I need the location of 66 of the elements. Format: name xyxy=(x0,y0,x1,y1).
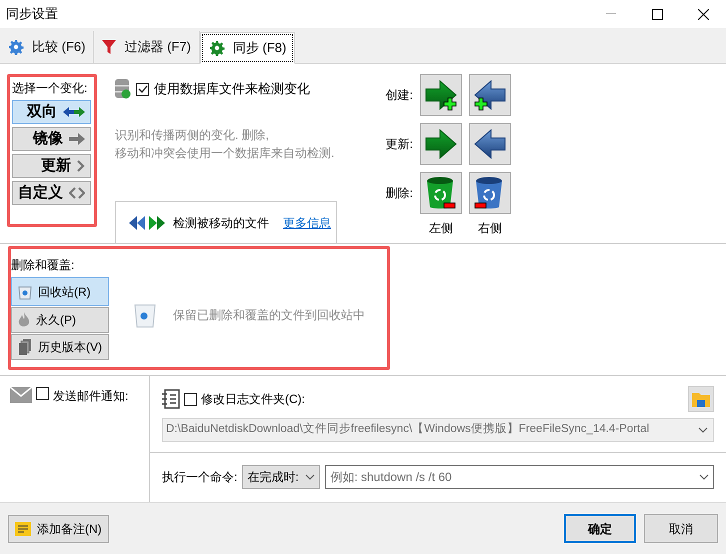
arrow-icon xyxy=(423,126,459,162)
variant-button[interactable]: 更新 xyxy=(12,154,91,178)
gear-icon xyxy=(8,39,24,55)
action-button[interactable] xyxy=(469,74,511,116)
angle-brackets-icon xyxy=(69,187,85,199)
arrow-plus-icon xyxy=(472,77,508,113)
deletion-option[interactable]: 永久(P) xyxy=(11,307,109,333)
action-button[interactable] xyxy=(420,172,462,214)
chevron-right-icon xyxy=(77,160,85,172)
timing-dropdown[interactable]: 在完成时: xyxy=(242,465,320,489)
database-label: 使用数据库文件来检测变化 xyxy=(154,80,310,98)
gear-icon xyxy=(208,40,225,56)
flame-icon xyxy=(18,312,30,328)
action-button[interactable] xyxy=(420,74,462,116)
recycle-bin-icon xyxy=(18,284,32,300)
ok-button[interactable]: 确定 xyxy=(564,514,636,543)
checkbox[interactable] xyxy=(36,387,49,400)
description-text: 识别和传播两侧的变化. 删除, xyxy=(115,127,270,144)
trash-bin-icon xyxy=(424,175,458,211)
deletion-description: 保留已删除和覆盖的文件到回收站中 xyxy=(173,306,365,324)
email-label: 发送邮件通知: xyxy=(53,388,128,405)
action-button[interactable] xyxy=(469,123,511,165)
command-label: 执行一个命令: xyxy=(162,469,238,486)
command-field[interactable]: 例如: shutdown /s /t 60 xyxy=(325,465,714,489)
variant-button[interactable]: 自定义 xyxy=(12,181,91,205)
add-note-button[interactable]: 添加备注(N) xyxy=(8,514,109,542)
description-text: 移动和冲突会使用一个数据库来自动检测. xyxy=(115,145,336,162)
deletion-option[interactable]: 历史版本(V) xyxy=(11,334,109,360)
variant-button[interactable]: 双向 xyxy=(12,100,91,124)
right-arrow-icon xyxy=(69,133,85,145)
window-title: 同步设置 xyxy=(6,5,58,24)
minimize-icon xyxy=(606,13,616,15)
tab[interactable]: 同步 (F8) xyxy=(200,32,296,64)
moved-files-label: 检测被移动的文件 xyxy=(173,214,269,232)
documents-icon xyxy=(18,339,32,355)
log-folder-label: 修改日志文件夹(C): xyxy=(201,391,305,408)
funnel-icon xyxy=(102,39,116,55)
folder-button[interactable] xyxy=(688,386,714,412)
variant-label: 选择一个变化: xyxy=(12,80,88,97)
action-button[interactable] xyxy=(420,123,462,165)
arrow-icon xyxy=(472,126,508,162)
checkbox[interactable] xyxy=(136,82,149,96)
folder-icon xyxy=(692,391,710,407)
log-path-field[interactable]: D:\BaiduNetdiskDownload\文件同步freefilesync\【Windows便携版】FreeFileSync_14.4-Portal xyxy=(162,418,714,442)
close-icon xyxy=(698,8,708,20)
cancel-button[interactable]: 取消 xyxy=(644,514,718,543)
double-arrow-icon xyxy=(129,214,165,230)
note-icon xyxy=(15,522,31,536)
variant-button[interactable]: 镜像 xyxy=(12,127,91,151)
maximize-icon xyxy=(652,8,662,20)
database-icon xyxy=(115,78,131,100)
action-label: 更新: xyxy=(384,136,413,153)
column-label: 左侧 xyxy=(428,220,454,237)
column-label: 右侧 xyxy=(477,220,503,237)
deletion-option[interactable]: 回收站(R) xyxy=(11,277,109,306)
tab[interactable]: 比较 (F6) xyxy=(0,31,94,63)
checkbox[interactable] xyxy=(184,392,197,406)
notebook-icon xyxy=(162,389,180,409)
action-button[interactable] xyxy=(469,172,511,214)
deletion-label: 删除和覆盖: xyxy=(11,257,76,274)
double-arrow-icon xyxy=(63,106,85,118)
arrow-plus-icon xyxy=(423,77,459,113)
action-label: 删除: xyxy=(384,185,413,202)
more-info-link[interactable]: 更多信息 xyxy=(283,214,331,232)
action-label: 创建: xyxy=(384,87,413,104)
envelope-icon xyxy=(10,387,32,403)
